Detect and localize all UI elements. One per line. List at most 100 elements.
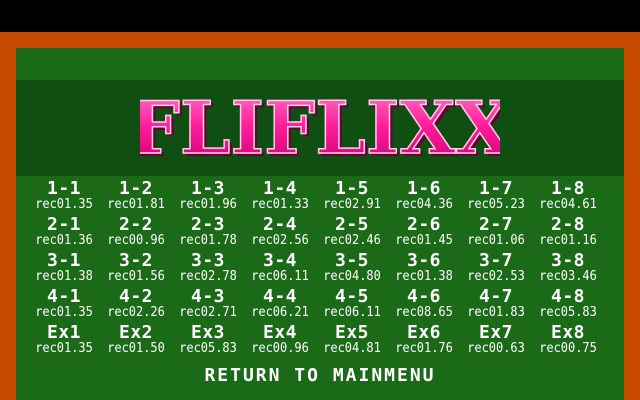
stage-record: rec05.83 bbox=[179, 341, 237, 356]
stage-record: rec00.75 bbox=[539, 341, 597, 356]
logo-title: FLIFLIXX bbox=[140, 85, 500, 170]
stage-button[interactable]: 1-5 rec02.91 bbox=[315, 180, 389, 212]
stage-record: rec04.36 bbox=[395, 197, 453, 212]
stage-record: rec00.96 bbox=[107, 233, 165, 248]
stage-button[interactable]: 2-4 rec02.56 bbox=[243, 216, 317, 248]
stage-button[interactable]: 1-6 rec04.36 bbox=[387, 180, 461, 212]
stage-record: rec02.46 bbox=[323, 233, 381, 248]
stage-record: rec01.33 bbox=[251, 197, 309, 212]
stage-label: 2-4 bbox=[262, 214, 297, 235]
stage-label: 1-1 bbox=[46, 178, 81, 199]
stage-label: Ex2 bbox=[118, 322, 153, 343]
stage-record: rec01.38 bbox=[35, 269, 93, 284]
stage-button[interactable]: 2-2 rec00.96 bbox=[99, 216, 173, 248]
stage-button[interactable]: 1-3 rec01.96 bbox=[171, 180, 245, 212]
stage-row: 4-1 rec01.35 4-2 rec02.26 4-3 rec02.71 4-4 rec0… bbox=[28, 288, 612, 324]
stage-button[interactable]: 2-5 rec02.46 bbox=[315, 216, 389, 248]
stage-record: rec01.38 bbox=[395, 269, 453, 284]
stage-record: rec01.35 bbox=[35, 197, 93, 212]
stage-button[interactable]: Ex2 rec01.50 bbox=[99, 324, 173, 356]
stage-button[interactable]: 2-1 rec01.36 bbox=[27, 216, 101, 248]
stage-label: 3-5 bbox=[334, 250, 369, 271]
stage-label: 2-8 bbox=[550, 214, 585, 235]
stage-record: rec01.35 bbox=[35, 341, 93, 356]
stage-button[interactable]: Ex3 rec05.83 bbox=[171, 324, 245, 356]
stage-button[interactable]: 4-5 rec06.11 bbox=[315, 288, 389, 320]
stage-button[interactable]: Ex1 rec01.35 bbox=[27, 324, 101, 356]
stage-record: rec01.96 bbox=[179, 197, 237, 212]
stage-label: Ex3 bbox=[190, 322, 225, 343]
stage-label: 1-6 bbox=[406, 178, 441, 199]
stage-button[interactable]: 2-6 rec01.45 bbox=[387, 216, 461, 248]
stage-record: rec02.71 bbox=[179, 305, 237, 320]
stage-record: rec01.83 bbox=[467, 305, 525, 320]
stage-label: Ex6 bbox=[406, 322, 441, 343]
stage-record: rec02.91 bbox=[323, 197, 381, 212]
stage-button[interactable]: 2-7 rec01.06 bbox=[459, 216, 533, 248]
stage-label: 4-6 bbox=[406, 286, 441, 307]
stage-button[interactable]: 2-3 rec01.78 bbox=[171, 216, 245, 248]
stage-button[interactable]: 3-7 rec02.53 bbox=[459, 252, 533, 284]
stage-row: 2-1 rec01.36 2-2 rec00.96 2-3 rec01.78 2-4 rec0… bbox=[28, 216, 612, 252]
stage-label: 2-6 bbox=[406, 214, 441, 235]
stage-label: Ex1 bbox=[46, 322, 81, 343]
stage-button[interactable]: 4-6 rec08.65 bbox=[387, 288, 461, 320]
stage-record: rec01.50 bbox=[107, 341, 165, 356]
stage-label: 2-3 bbox=[190, 214, 225, 235]
stage-record: rec08.65 bbox=[395, 305, 453, 320]
stage-button[interactable]: 3-2 rec01.56 bbox=[99, 252, 173, 284]
stage-label: 1-4 bbox=[262, 178, 297, 199]
stage-button[interactable]: 4-4 rec06.21 bbox=[243, 288, 317, 320]
stage-button[interactable]: 4-8 rec05.83 bbox=[531, 288, 605, 320]
stage-label: 1-3 bbox=[190, 178, 225, 199]
stage-button[interactable]: 1-2 rec01.81 bbox=[99, 180, 173, 212]
stage-button[interactable]: Ex4 rec00.96 bbox=[243, 324, 317, 356]
stage-record: rec01.36 bbox=[35, 233, 93, 248]
stage-label: 1-5 bbox=[334, 178, 369, 199]
stage-label: 1-7 bbox=[478, 178, 513, 199]
stage-label: 4-5 bbox=[334, 286, 369, 307]
stage-button[interactable]: 2-8 rec01.16 bbox=[531, 216, 605, 248]
stage-label: 4-4 bbox=[262, 286, 297, 307]
stage-button[interactable]: 3-5 rec04.80 bbox=[315, 252, 389, 284]
stage-record: rec01.78 bbox=[179, 233, 237, 248]
stage-button[interactable]: 1-4 rec01.33 bbox=[243, 180, 317, 212]
stage-label: Ex4 bbox=[262, 322, 297, 343]
stage-button[interactable]: 3-3 rec02.78 bbox=[171, 252, 245, 284]
stage-label: 4-8 bbox=[550, 286, 585, 307]
stage-label: 2-2 bbox=[118, 214, 153, 235]
stage-record: rec06.11 bbox=[323, 305, 381, 320]
stage-label: 1-8 bbox=[550, 178, 585, 199]
stage-record: rec06.21 bbox=[251, 305, 309, 320]
stage-record: rec04.61 bbox=[539, 197, 597, 212]
stage-record: rec01.45 bbox=[395, 233, 453, 248]
stage-label: Ex8 bbox=[550, 322, 585, 343]
return-to-mainmenu-button[interactable]: RETURN TO MAINMENU bbox=[0, 365, 640, 387]
stage-record: rec00.96 bbox=[251, 341, 309, 356]
stage-button[interactable]: 4-1 rec01.35 bbox=[27, 288, 101, 320]
stage-record: rec06.11 bbox=[251, 269, 309, 284]
stage-button[interactable]: 4-3 rec02.71 bbox=[171, 288, 245, 320]
stage-record: rec02.53 bbox=[467, 269, 525, 284]
stage-label: 3-3 bbox=[190, 250, 225, 271]
stage-button[interactable]: 1-1 rec01.35 bbox=[27, 180, 101, 212]
stage-button[interactable]: 3-1 rec01.38 bbox=[27, 252, 101, 284]
stage-button[interactable]: Ex8 rec00.75 bbox=[531, 324, 605, 356]
stage-button[interactable]: 3-6 rec01.38 bbox=[387, 252, 461, 284]
stage-button[interactable]: 3-8 rec03.46 bbox=[531, 252, 605, 284]
stage-button[interactable]: Ex5 rec04.81 bbox=[315, 324, 389, 356]
stage-button[interactable]: 3-4 rec06.11 bbox=[243, 252, 317, 284]
stage-record: rec01.76 bbox=[395, 341, 453, 356]
stage-button[interactable]: Ex7 rec00.63 bbox=[459, 324, 533, 356]
stage-label: 3-4 bbox=[262, 250, 297, 271]
stage-record: rec01.81 bbox=[107, 197, 165, 212]
stage-row: Ex1 rec01.35 Ex2 rec01.50 Ex3 rec05.83 Ex4 rec0… bbox=[28, 324, 612, 360]
stage-button[interactable]: 4-2 rec02.26 bbox=[99, 288, 173, 320]
stage-button[interactable]: 1-8 rec04.61 bbox=[531, 180, 605, 212]
stage-button[interactable]: Ex6 rec01.76 bbox=[387, 324, 461, 356]
stage-record: rec05.23 bbox=[467, 197, 525, 212]
stage-button[interactable]: 1-7 rec05.23 bbox=[459, 180, 533, 212]
stage-button[interactable]: 4-7 rec01.83 bbox=[459, 288, 533, 320]
stage-label: 1-2 bbox=[118, 178, 153, 199]
stage-label: 2-7 bbox=[478, 214, 513, 235]
